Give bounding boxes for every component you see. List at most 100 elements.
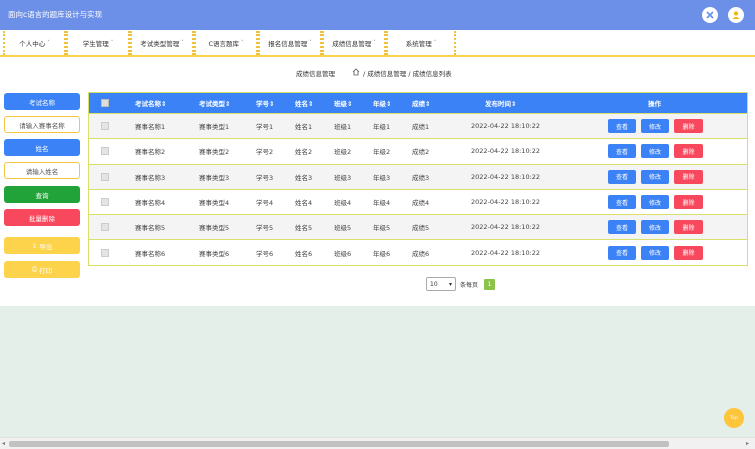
score-table: 考试名称⇕ 考试类型⇕ 学号⇕ 姓名⇕ 班级⇕ 年级⇕ 成绩⇕ 发布时间⇕ 操作… [88,92,748,266]
nav-item-student-management[interactable]: 学生管理 ˅ [66,31,130,55]
export-button[interactable]: ⇪ 导出 [4,237,80,254]
column-header-exam-type[interactable]: 考试类型⇕ [199,98,230,108]
cell-exam-type: 赛事类型5 [199,224,230,233]
edit-button[interactable]: 修改 [641,144,669,159]
cell-grade: 年级3 [373,173,391,182]
close-icon[interactable] [702,7,718,23]
nav-item-c-question-bank[interactable]: C语言题库 ˅ [194,31,258,55]
row-checkbox[interactable] [101,172,109,181]
sort-icon: ⇕ [386,100,392,108]
nav-item-personal-center[interactable]: 个人中心 ˅ [3,31,66,55]
cell-student-id: 学号5 [256,224,274,233]
query-button[interactable]: 查询 [4,186,80,203]
scroll-top-button[interactable]: Top [724,408,744,428]
cell-score: 成绩2 [412,148,430,157]
print-button[interactable]: ⎙ 打印 [4,261,80,278]
row-checkbox[interactable] [101,248,109,257]
sort-icon: ⇕ [269,100,275,108]
breadcrumb-path[interactable]: / 成绩信息管理 / 成绩信息列表 [363,68,452,78]
scrollbar-thumb[interactable] [9,441,669,447]
edit-button[interactable]: 修改 [641,220,669,235]
name-label: 姓名 [4,139,80,156]
cell-publish-time: 2022-04-22 18:10:22 [471,172,541,181]
nav-item-score-management[interactable]: 成绩信息管理 ˅ [322,31,386,55]
sort-icon: ⇕ [161,100,167,108]
cell-exam-type: 赛事类型3 [199,173,230,182]
edit-button[interactable]: 修改 [641,119,669,134]
page-button-current[interactable]: 1 [484,278,496,290]
cell-exam-name: 赛事名称3 [135,173,166,182]
cell-score: 成绩3 [412,173,430,182]
edit-button[interactable]: 修改 [641,195,669,210]
row-checkbox[interactable] [101,198,109,207]
delete-button[interactable]: 删除 [674,220,703,235]
cell-name: 姓名6 [295,249,313,258]
printer-icon: ⎙ [31,265,38,273]
column-header-name[interactable]: 姓名⇕ [295,98,313,108]
column-header-exam-name[interactable]: 考试名称⇕ [135,98,166,108]
exam-name-input[interactable]: 请输入赛事名称 [4,116,80,133]
row-checkbox[interactable] [101,223,109,232]
view-button[interactable]: 查看 [608,119,636,134]
cell-publish-time: 2022-04-22 18:10:22 [471,147,541,156]
sort-icon: ⇕ [425,100,431,108]
delete-button[interactable]: 删除 [674,195,703,210]
cell-class: 班级2 [334,148,352,157]
name-input[interactable]: 请输入姓名 [4,162,80,179]
cell-publish-time: 2022-04-22 18:10:22 [471,248,541,257]
view-button[interactable]: 查看 [608,195,636,210]
chevron-down-icon: ˅ [47,40,50,46]
scroll-left-arrow-icon[interactable]: ◂ [2,440,5,447]
cell-student-id: 学号6 [256,249,274,258]
cell-grade: 年级2 [373,148,391,157]
scroll-right-arrow-icon[interactable]: ▸ [746,440,749,447]
horizontal-scrollbar[interactable]: ◂ ▸ [0,437,755,449]
edit-button[interactable]: 修改 [641,245,669,260]
delete-button[interactable]: 删除 [674,144,703,159]
column-header-class[interactable]: 班级⇕ [334,98,352,108]
row-checkbox[interactable] [101,147,109,156]
view-button[interactable]: 查看 [608,220,636,235]
exam-name-label: 考试名称 [4,93,80,110]
per-page-label: 条每页 [460,281,479,289]
cell-publish-time: 2022-04-22 18:10:22 [471,122,541,131]
column-header-grade[interactable]: 年级⇕ [373,98,391,108]
row-checkbox[interactable] [101,122,109,131]
cell-class: 班级1 [334,123,352,132]
cell-grade: 年级6 [373,249,391,258]
chevron-down-icon: ˅ [110,40,114,46]
column-header-publish-time[interactable]: 发布时间⇕ [485,98,516,108]
view-button[interactable]: 查看 [608,169,636,184]
user-avatar-icon[interactable] [728,7,744,23]
home-icon[interactable] [352,68,360,78]
delete-button[interactable]: 删除 [674,119,703,134]
cell-exam-name: 赛事名称5 [135,224,166,233]
delete-button[interactable]: 删除 [674,245,703,260]
column-header-student-id[interactable]: 学号⇕ [256,98,274,108]
cell-exam-name: 赛事名称4 [135,199,166,208]
cell-exam-name: 赛事名称1 [135,123,166,132]
column-header-score[interactable]: 成绩⇕ [412,98,430,108]
cell-student-id: 学号3 [256,173,274,182]
cell-name: 姓名5 [295,224,313,233]
batch-delete-button[interactable]: 批量删除 [4,209,80,226]
cell-name: 姓名3 [295,173,313,182]
select-all-checkbox[interactable] [101,99,109,107]
chevron-down-icon: ˅ [309,40,312,46]
nav-item-registration-management[interactable]: 报名信息管理 ˅ [258,31,322,55]
sort-icon: ⇕ [308,100,314,108]
view-button[interactable]: 查看 [608,144,636,159]
page-section-title: 成绩信息管理 [296,70,335,78]
cell-grade: 年级1 [373,123,391,132]
column-header-actions: 操作 [648,100,661,108]
cell-exam-type: 赛事类型4 [199,199,230,208]
cell-class: 班级5 [334,224,352,233]
delete-button[interactable]: 删除 [674,169,703,184]
view-button[interactable]: 查看 [608,245,636,260]
cell-publish-time: 2022-04-22 18:10:22 [471,198,541,207]
page-size-select[interactable]: 10 ▾ [426,277,456,291]
nav-item-exam-type-management[interactable]: 考试类型管理 ˅ [130,31,194,55]
cell-score: 成绩4 [412,199,430,208]
nav-item-system-management[interactable]: 系统管理 ˅ [386,31,456,55]
edit-button[interactable]: 修改 [641,169,669,184]
